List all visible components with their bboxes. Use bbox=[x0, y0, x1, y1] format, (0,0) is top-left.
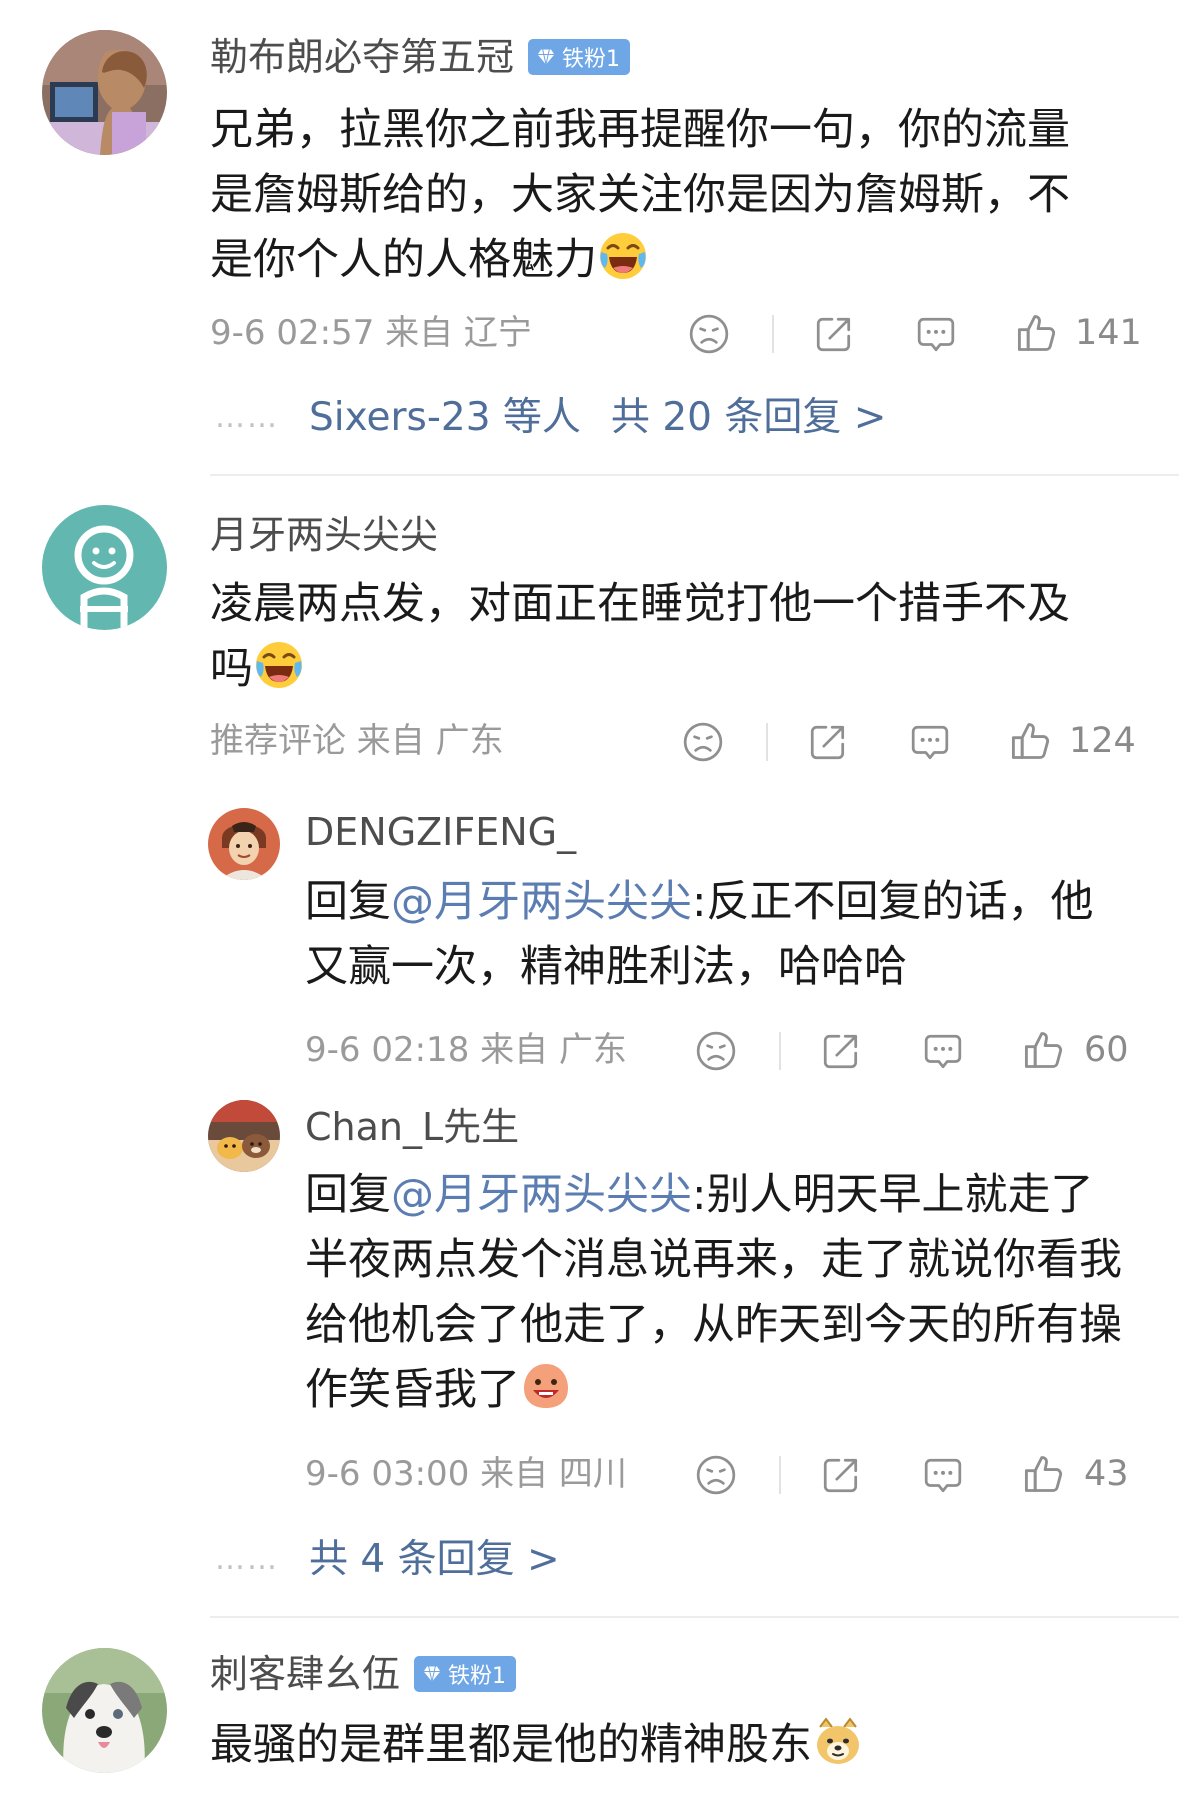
laughing-crying-emoji-icon bbox=[253, 639, 305, 691]
thumbs-up-icon[interactable] bbox=[1015, 311, 1059, 355]
comment-icon[interactable] bbox=[922, 1030, 964, 1072]
divider bbox=[779, 1032, 781, 1070]
like-count: 43 bbox=[1084, 1454, 1129, 1494]
share-icon[interactable] bbox=[807, 721, 849, 763]
comment-meta: 9-6 02:57 来自 辽宁 bbox=[210, 313, 532, 353]
avatar[interactable] bbox=[208, 808, 280, 880]
comment-text: 最骚的是群里都是他的精神股东 bbox=[210, 1713, 1110, 1778]
laughing-crying-emoji-icon bbox=[597, 230, 649, 282]
fan-badge[interactable]: 铁粉1 bbox=[528, 39, 631, 75]
avatar[interactable] bbox=[42, 30, 167, 155]
username[interactable]: 刺客肆幺伍 bbox=[210, 1655, 400, 1693]
comment-icon[interactable] bbox=[915, 313, 957, 355]
divider bbox=[766, 723, 768, 761]
avatar[interactable] bbox=[208, 1100, 280, 1172]
diamond-icon bbox=[422, 1664, 442, 1684]
avatar[interactable] bbox=[42, 505, 167, 630]
mention-link[interactable]: @月牙两头尖尖 bbox=[391, 877, 692, 927]
divider bbox=[210, 474, 1179, 476]
comment-text: 凌晨两点发，对面正在睡觉打他一个措手不及吗 bbox=[210, 579, 1070, 694]
thumbs-up-icon[interactable] bbox=[1022, 1452, 1066, 1496]
comment-meta: 推荐评论 来自 广东 bbox=[210, 721, 504, 761]
divider bbox=[210, 1616, 1179, 1618]
fan-badge-label: 铁粉1 bbox=[448, 1664, 507, 1689]
username[interactable]: 勒布朗必夺第五冠 bbox=[210, 38, 514, 76]
fan-badge[interactable]: 铁粉1 bbox=[414, 1656, 517, 1692]
doge-emoji-icon bbox=[812, 1715, 864, 1767]
sad-face-icon[interactable] bbox=[695, 1030, 737, 1072]
sad-face-icon[interactable] bbox=[682, 721, 724, 763]
comment-icon[interactable] bbox=[922, 1454, 964, 1496]
grinning-blob-emoji-icon bbox=[520, 1360, 572, 1412]
share-icon[interactable] bbox=[820, 1454, 862, 1496]
username[interactable]: 月牙两头尖尖 bbox=[210, 516, 438, 554]
reply-meta: 9-6 03:00 来自 四川 bbox=[305, 1454, 627, 1494]
mention-link[interactable]: @月牙两头尖尖 bbox=[391, 1170, 692, 1220]
divider bbox=[779, 1456, 781, 1494]
comment-text: 兄弟，拉黑你之前我再提醒你一句，你的流量是詹姆斯给的，大家关注你是因为詹姆斯，不… bbox=[210, 105, 1070, 285]
fan-badge-label: 铁粉1 bbox=[562, 47, 621, 72]
sad-face-icon[interactable] bbox=[695, 1454, 737, 1496]
username[interactable]: Chan_L先生 bbox=[305, 1108, 519, 1146]
reply-text: 回复@月牙两头尖尖:反正不回复的话，他又赢一次，精神胜利法，哈哈哈 bbox=[305, 877, 1094, 992]
reply-text: 回复@月牙两头尖尖:别人明天早上就走了半夜两点发个消息说再来，走了就说你看我给他… bbox=[305, 1170, 1122, 1415]
sad-face-icon[interactable] bbox=[688, 313, 730, 355]
view-replies-link[interactable]: 共 4 条回复 > bbox=[309, 1540, 560, 1579]
reply-dots: …… bbox=[215, 399, 279, 435]
share-icon[interactable] bbox=[813, 313, 855, 355]
share-icon[interactable] bbox=[820, 1030, 862, 1072]
thumbs-up-icon[interactable] bbox=[1022, 1028, 1066, 1072]
reply-dots: …… bbox=[215, 1541, 279, 1577]
avatar[interactable] bbox=[42, 1648, 167, 1773]
diamond-icon bbox=[536, 47, 556, 67]
like-count: 60 bbox=[1084, 1030, 1129, 1070]
view-replies-link[interactable]: 共 20 条回复 > bbox=[611, 398, 887, 437]
divider bbox=[772, 315, 774, 353]
reply-meta: 9-6 02:18 来自 广东 bbox=[305, 1030, 627, 1070]
like-count: 141 bbox=[1075, 313, 1142, 353]
replies-users-link[interactable]: Sixers-23 等人 bbox=[309, 398, 581, 437]
like-count: 124 bbox=[1069, 721, 1136, 761]
comment-icon[interactable] bbox=[909, 721, 951, 763]
thumbs-up-icon[interactable] bbox=[1009, 719, 1053, 763]
username[interactable]: DENGZIFENG_ bbox=[305, 813, 576, 851]
